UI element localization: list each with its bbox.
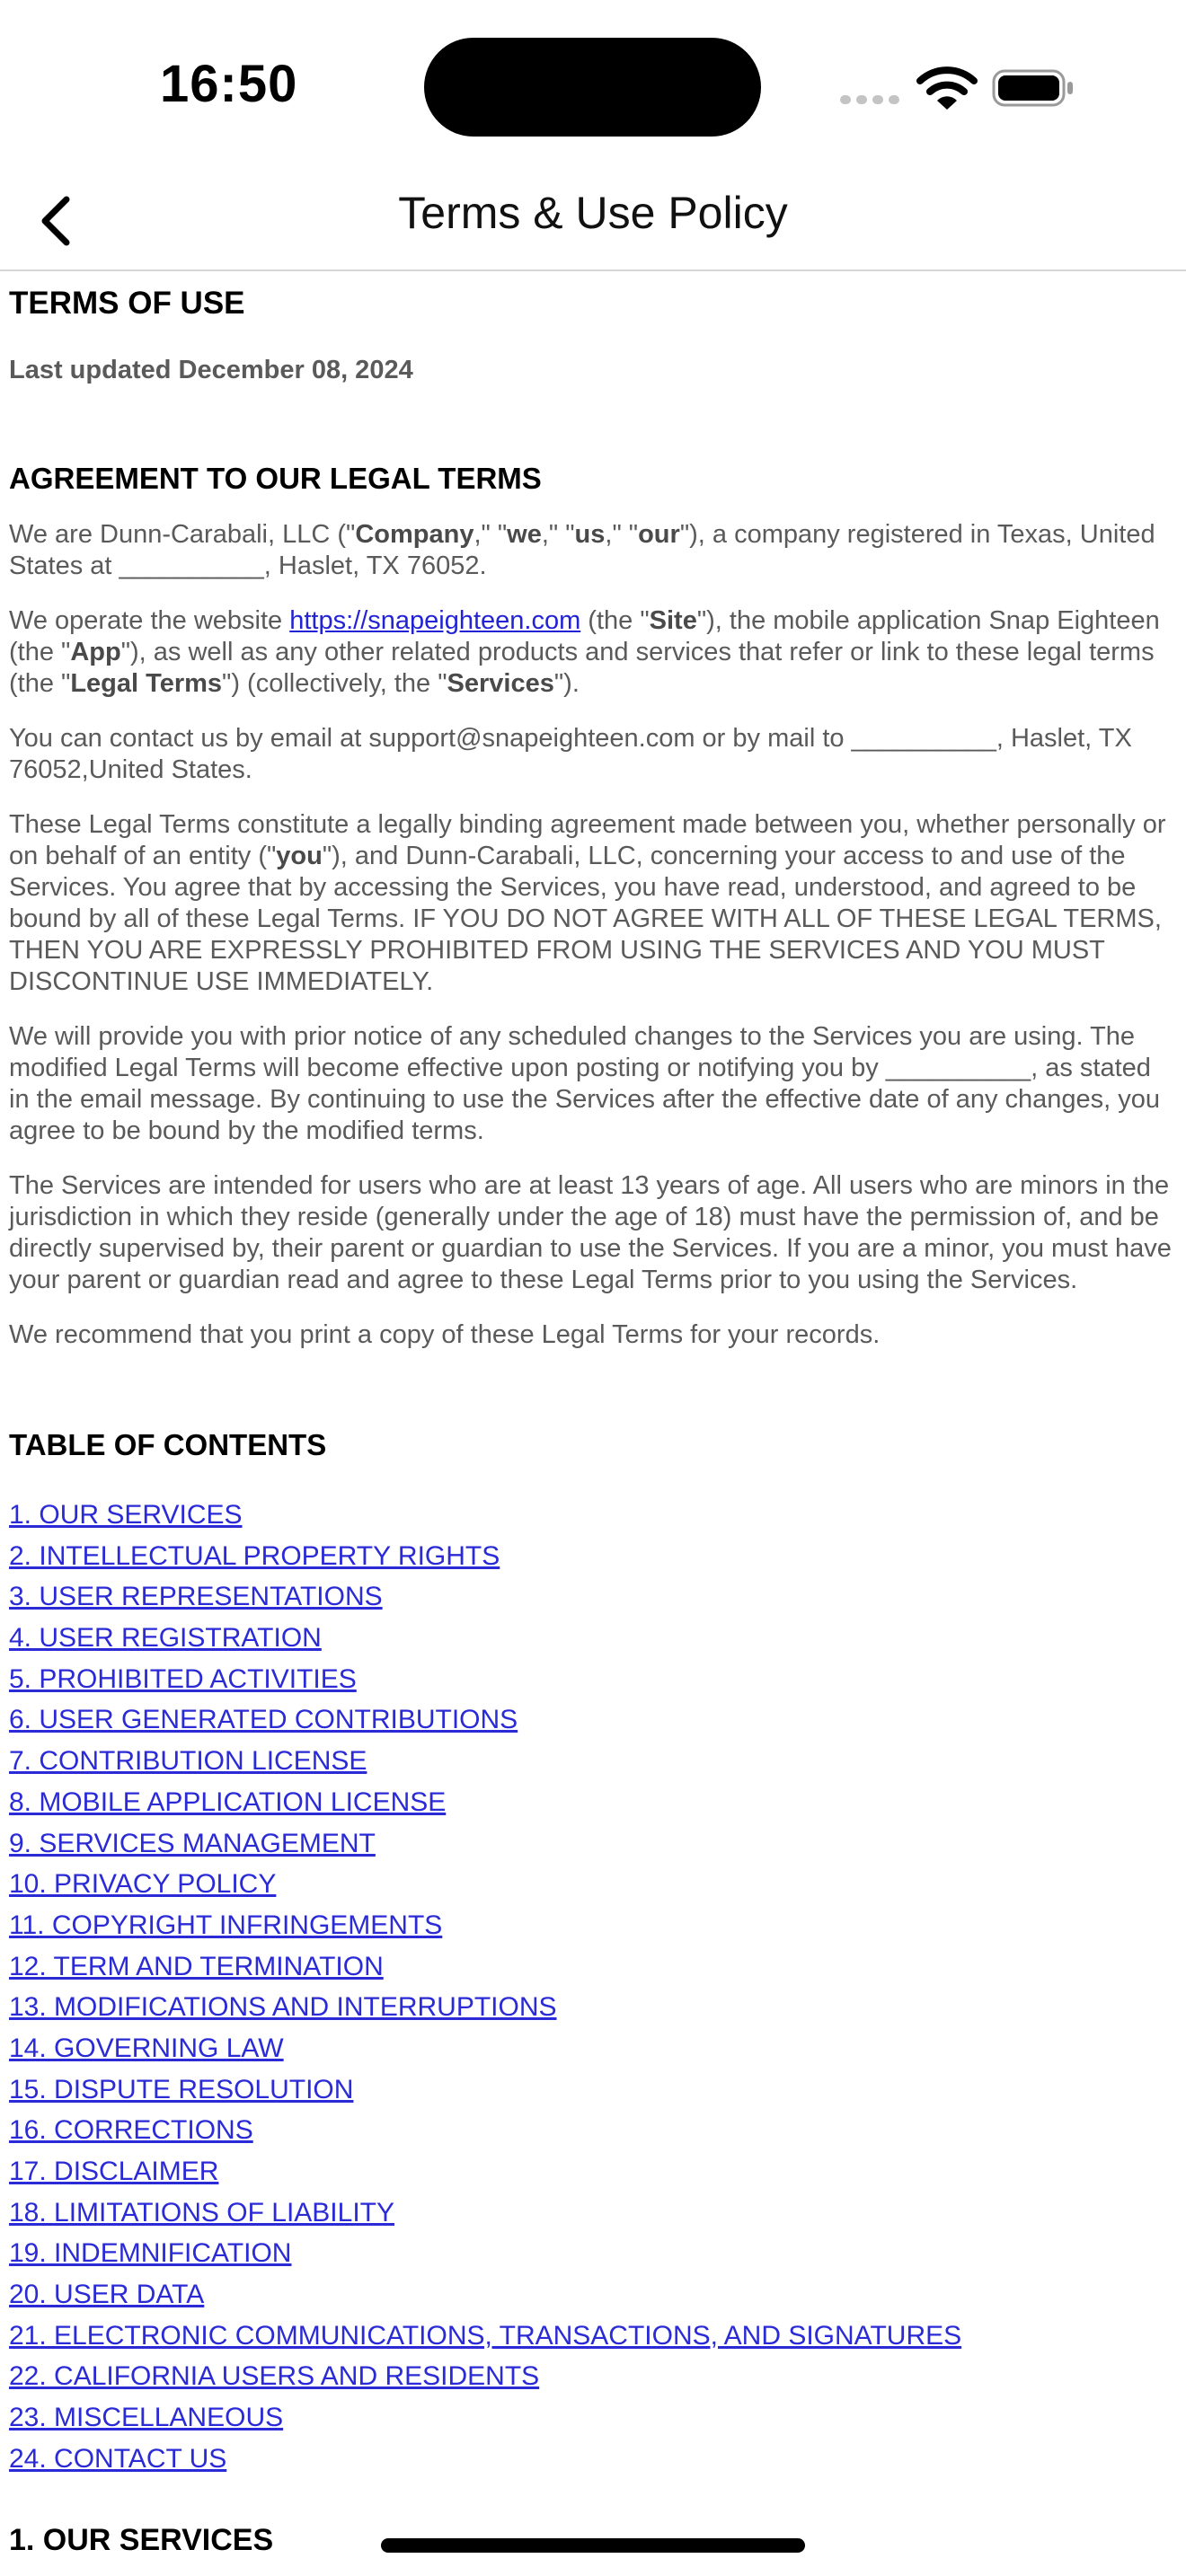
toc-item: 6. USER GENERATED CONTRIBUTIONS <box>9 1699 1177 1741</box>
toc-link-user-data[interactable]: 20. USER DATA <box>9 2280 204 2309</box>
toc-item: 23. MISCELLANEOUS <box>9 2397 1177 2439</box>
toc-item: 11. COPYRIGHT INFRINGEMENTS <box>9 1905 1177 1946</box>
paragraph-agreement: These Legal Terms constitute a legally b… <box>9 810 1166 996</box>
table-of-contents: 1. OUR SERVICES 2. INTELLECTUAL PROPERTY… <box>9 1495 1177 2480</box>
toc-link-modifications[interactable]: 13. MODIFICATIONS AND INTERRUPTIONS <box>9 1992 557 2022</box>
toc-link-intellectual-property[interactable]: 2. INTELLECTUAL PROPERTY RIGHTS <box>9 1541 500 1571</box>
toc-link-prohibited-activities[interactable]: 5. PROHIBITED ACTIVITIES <box>9 1664 357 1694</box>
toc-item: 9. SERVICES MANAGEMENT <box>9 1823 1177 1865</box>
toc-link-mobile-license[interactable]: 8. MOBILE APPLICATION LICENSE <box>9 1787 446 1817</box>
page-title: Terms & Use Policy <box>398 188 788 238</box>
agreement-heading: AGREEMENT TO OUR LEGAL TERMS <box>9 462 542 495</box>
status-time: 16:50 <box>160 55 298 113</box>
toc-link-user-contributions[interactable]: 6. USER GENERATED CONTRIBUTIONS <box>9 1705 518 1734</box>
toc-item: 17. DISCLAIMER <box>9 2151 1177 2192</box>
toc-link-california-users[interactable]: 22. CALIFORNIA USERS AND RESIDENTS <box>9 2361 539 2391</box>
toc-item: 14. GOVERNING LAW <box>9 2028 1177 2069</box>
paragraph-age: The Services are intended for users who … <box>9 1171 1172 1294</box>
toc-link-our-services[interactable]: 1. OUR SERVICES <box>9 1500 243 1530</box>
toc-link-electronic-communications[interactable]: 21. ELECTRONIC COMMUNICATIONS, TRANSACTI… <box>9 2321 961 2351</box>
battery-icon <box>992 69 1073 107</box>
terms-heading: TERMS OF USE <box>9 286 245 321</box>
navigation-bar: Terms & Use Policy <box>0 171 1186 271</box>
toc-link-contribution-license[interactable]: 7. CONTRIBUTION LICENSE <box>9 1746 367 1776</box>
cellular-icon <box>840 95 899 104</box>
toc-item: 2. INTELLECTUAL PROPERTY RIGHTS <box>9 1536 1177 1577</box>
toc-link-disclaimer[interactable]: 17. DISCLAIMER <box>9 2157 218 2186</box>
toc-item: 20. USER DATA <box>9 2274 1177 2316</box>
toc-item: 3. USER REPRESENTATIONS <box>9 1576 1177 1618</box>
toc-item: 13. MODIFICATIONS AND INTERRUPTIONS <box>9 1987 1177 2028</box>
toc-link-governing-law[interactable]: 14. GOVERNING LAW <box>9 2033 284 2063</box>
toc-item: 4. USER REGISTRATION <box>9 1618 1177 1659</box>
toc-link-privacy-policy[interactable]: 10. PRIVACY POLICY <box>9 1869 276 1899</box>
toc-link-indemnification[interactable]: 19. INDEMNIFICATION <box>9 2238 291 2268</box>
terms-content[interactable]: TERMS OF USE Last updated December 08, 2… <box>9 273 1177 2558</box>
toc-item: 7. CONTRIBUTION LICENSE <box>9 1741 1177 1782</box>
last-updated: Last updated December 08, 2024 <box>9 356 413 384</box>
paragraph-print: We recommend that you print a copy of th… <box>9 1320 881 1349</box>
paragraph-contact: You can contact us by email at support@s… <box>9 724 1132 784</box>
home-indicator[interactable] <box>381 2538 805 2553</box>
toc-link-contact-us[interactable]: 24. CONTACT US <box>9 2444 226 2474</box>
paragraph-company: We are Dunn-Carabali, LLC ("Company," "w… <box>9 520 1155 580</box>
toc-item: 21. ELECTRONIC COMMUNICATIONS, TRANSACTI… <box>9 2316 1177 2357</box>
toc-link-user-representations[interactable]: 3. USER REPRESENTATIONS <box>9 1582 383 1611</box>
toc-item: 24. CONTACT US <box>9 2439 1177 2480</box>
status-bar: 16:50 <box>0 0 1186 171</box>
toc-item: 1. OUR SERVICES <box>9 1495 1177 1536</box>
toc-item: 12. TERM AND TERMINATION <box>9 1946 1177 1988</box>
toc-item: 19. INDEMNIFICATION <box>9 2233 1177 2274</box>
toc-item: 15. DISPUTE RESOLUTION <box>9 2069 1177 2111</box>
toc-link-services-management[interactable]: 9. SERVICES MANAGEMENT <box>9 1829 376 1858</box>
toc-link-corrections[interactable]: 16. CORRECTIONS <box>9 2115 253 2145</box>
toc-link-copyright[interactable]: 11. COPYRIGHT INFRINGEMENTS <box>9 1910 442 1940</box>
toc-link-miscellaneous[interactable]: 23. MISCELLANEOUS <box>9 2403 283 2432</box>
toc-link-limitations[interactable]: 18. LIMITATIONS OF LIABILITY <box>9 2198 394 2228</box>
toc-heading: TABLE OF CONTENTS <box>9 1428 327 1461</box>
toc-item: 16. CORRECTIONS <box>9 2110 1177 2151</box>
toc-link-dispute-resolution[interactable]: 15. DISPUTE RESOLUTION <box>9 2075 353 2104</box>
toc-item: 5. PROHIBITED ACTIVITIES <box>9 1659 1177 1700</box>
toc-link-user-registration[interactable]: 4. USER REGISTRATION <box>9 1623 322 1653</box>
toc-item: 10. PRIVACY POLICY <box>9 1864 1177 1905</box>
wifi-icon <box>916 66 978 110</box>
website-link[interactable]: https://snapeighteen.com <box>289 606 580 635</box>
toc-item: 8. MOBILE APPLICATION LICENSE <box>9 1782 1177 1823</box>
paragraph-changes: We will provide you with prior notice of… <box>9 1022 1161 1145</box>
paragraph-website: We operate the website https://snapeight… <box>9 606 1160 698</box>
dynamic-island <box>424 38 761 137</box>
toc-link-termination[interactable]: 12. TERM AND TERMINATION <box>9 1952 384 1981</box>
toc-item: 22. CALIFORNIA USERS AND RESIDENTS <box>9 2356 1177 2397</box>
toc-item: 18. LIMITATIONS OF LIABILITY <box>9 2192 1177 2234</box>
